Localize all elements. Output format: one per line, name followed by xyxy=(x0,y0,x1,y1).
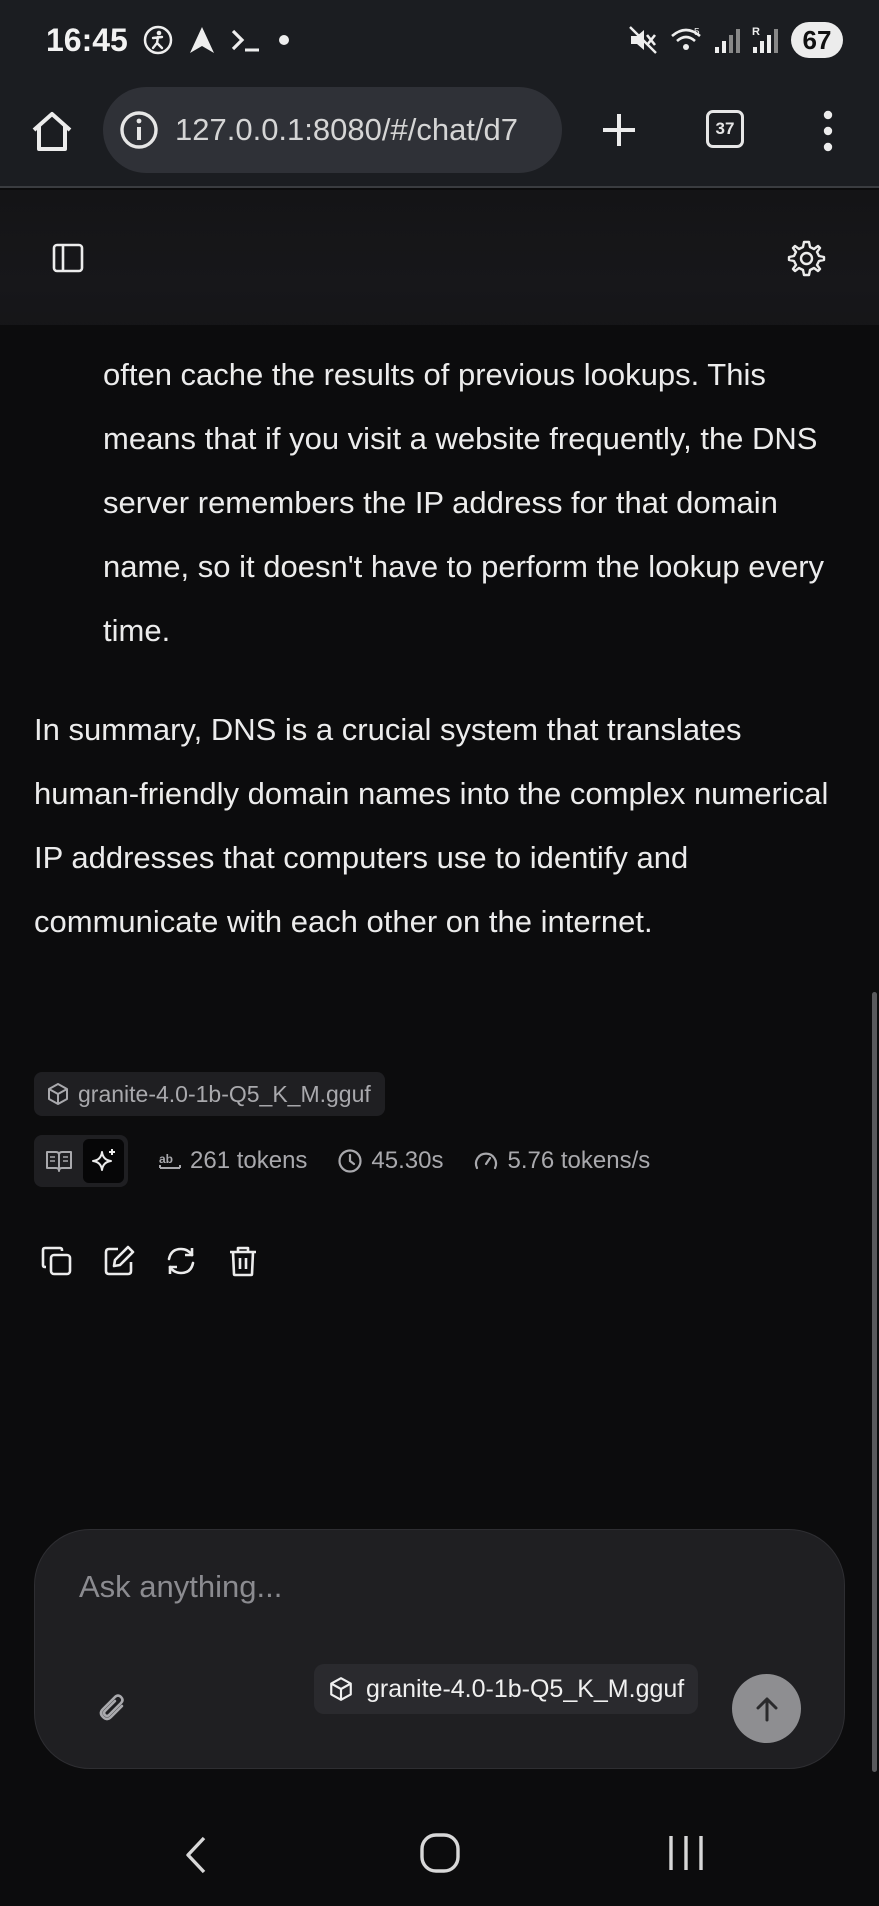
generation-speed: 5.76 tokens/s xyxy=(473,1147,650,1175)
chat-composer: granite-4.0-1b-Q5_K_M.gguf xyxy=(34,1529,845,1769)
settings-button[interactable] xyxy=(786,238,826,278)
tab-switcher-button[interactable]: 37 xyxy=(706,110,744,148)
bullet-text: often cache the results of previous look… xyxy=(103,357,825,648)
nav-recents-button[interactable] xyxy=(664,1830,708,1876)
terminal-icon xyxy=(231,29,259,52)
nav-back-button[interactable] xyxy=(176,1830,216,1880)
refresh-icon xyxy=(167,1247,195,1275)
svg-text:5: 5 xyxy=(694,27,700,38)
more-vert-icon xyxy=(823,110,833,152)
status-bar: 16:45 5 R 67 xyxy=(0,0,879,84)
summary-text: In summary, DNS is a crucial system that… xyxy=(34,712,829,939)
token-count-text: 261 tokens xyxy=(190,1147,308,1174)
browser-menu-button[interactable] xyxy=(808,106,848,156)
edit-button[interactable] xyxy=(102,1244,136,1278)
regenerate-button[interactable] xyxy=(164,1244,198,1278)
generation-speed-text: 5.76 tokens/s xyxy=(507,1147,651,1174)
book-icon xyxy=(45,1151,72,1172)
gauge-icon xyxy=(475,1152,498,1170)
mute-icon xyxy=(629,26,657,54)
new-tab-button[interactable] xyxy=(595,106,643,154)
package-icon xyxy=(48,1083,68,1105)
arrow-up-icon xyxy=(756,1697,777,1721)
attach-button[interactable] xyxy=(95,1692,131,1728)
generation-time: 45.30s xyxy=(337,1147,443,1175)
svg-text:R: R xyxy=(752,26,760,38)
edit-icon xyxy=(104,1245,135,1276)
navigation-icon xyxy=(190,27,214,53)
home-circle-icon xyxy=(420,1833,460,1873)
nav-home-button[interactable] xyxy=(417,1830,463,1876)
signal-r-icon: R xyxy=(752,26,778,53)
status-left-icons xyxy=(142,24,292,56)
url-text[interactable]: 127.0.0.1:8080/#/chat/d7 xyxy=(175,112,518,148)
dot-icon xyxy=(279,35,289,45)
sparkles-icon xyxy=(91,1149,115,1171)
reading-view-button[interactable] xyxy=(38,1139,79,1183)
paperclip-icon xyxy=(99,1694,124,1721)
signal-icon xyxy=(715,29,740,53)
package-icon xyxy=(330,1677,352,1701)
home-icon xyxy=(32,112,72,151)
wifi-icon: 5 xyxy=(671,27,701,50)
accessibility-icon xyxy=(143,25,173,55)
copy-button[interactable] xyxy=(40,1244,74,1278)
message-input[interactable] xyxy=(79,1562,779,1612)
recents-icon xyxy=(669,1836,703,1870)
svg-text:ab: ab xyxy=(159,1152,173,1166)
browser-toolbar: 127.0.0.1:8080/#/chat/d7 37 xyxy=(0,84,879,188)
message-actions xyxy=(40,1244,260,1278)
app-header xyxy=(0,190,879,325)
send-button[interactable] xyxy=(732,1674,801,1743)
system-nav-bar xyxy=(0,1800,879,1906)
gear-icon xyxy=(787,240,826,277)
whole-word-icon: ab xyxy=(159,1152,181,1169)
clock-icon xyxy=(338,1149,363,1173)
copy-icon xyxy=(41,1246,72,1276)
generation-time-text: 45.30s xyxy=(371,1147,444,1174)
home-button[interactable] xyxy=(28,108,76,156)
trash-icon xyxy=(230,1246,256,1277)
battery-indicator: 67 xyxy=(791,22,843,58)
back-icon xyxy=(186,1836,206,1874)
info-icon[interactable] xyxy=(117,108,161,152)
plus-icon xyxy=(603,114,635,146)
delete-button[interactable] xyxy=(226,1244,260,1278)
message-model-badge: granite-4.0-1b-Q5_K_M.gguf xyxy=(34,1072,385,1116)
message-stats: ab 261 tokens 45.30s 5.76 tokens/s xyxy=(34,1133,650,1189)
view-toggle xyxy=(34,1135,128,1187)
status-time: 16:45 xyxy=(46,22,128,58)
status-right-icons: 5 R 67 xyxy=(627,22,843,58)
sidebar-toggle-button[interactable] xyxy=(50,240,86,276)
page-scrollbar[interactable] xyxy=(872,992,877,1772)
model-selector[interactable]: granite-4.0-1b-Q5_K_M.gguf xyxy=(314,1664,699,1714)
token-count: ab 261 tokens xyxy=(158,1147,307,1175)
message-model-name: granite-4.0-1b-Q5_K_M.gguf xyxy=(78,1080,371,1107)
address-bar[interactable]: 127.0.0.1:8080/#/chat/d7 xyxy=(103,87,562,173)
model-selector-label: granite-4.0-1b-Q5_K_M.gguf xyxy=(366,1674,685,1703)
sidebar-icon xyxy=(52,243,84,273)
sparkle-view-button[interactable] xyxy=(83,1139,124,1183)
